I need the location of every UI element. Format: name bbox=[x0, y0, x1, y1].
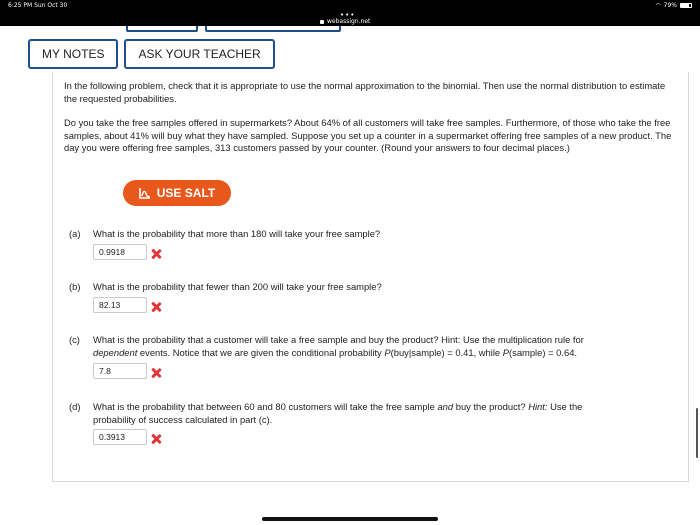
home-indicator-bar[interactable] bbox=[262, 517, 438, 521]
cropped-top-button-row bbox=[0, 26, 700, 34]
wifi-icon: ◠ bbox=[655, 2, 661, 9]
part-d-line2: probability of success calculated in par… bbox=[93, 413, 273, 425]
part-question: What is the probability that a customer … bbox=[93, 334, 669, 359]
status-right-group: ◠ 79% bbox=[655, 2, 692, 9]
part-c-emphasis: dependent bbox=[93, 346, 138, 358]
part-question: What is the probability that more than 1… bbox=[93, 228, 381, 239]
incorrect-x-icon bbox=[151, 434, 161, 444]
my-notes-button[interactable]: MY NOTES bbox=[28, 39, 119, 69]
part-question: What is the probability that fewer than … bbox=[93, 281, 382, 292]
question-body: In the following problem, check that it … bbox=[64, 80, 676, 167]
prob-arg: (buy|sample) = 0.41, while bbox=[390, 346, 503, 358]
part-c-line2: events. Notice that we are given the con… bbox=[137, 346, 385, 358]
part-d-line1: What is the probability that between 60 … bbox=[93, 401, 438, 412]
answer-field-a[interactable]: 0.9918 bbox=[93, 244, 147, 260]
incorrect-x-icon bbox=[151, 249, 161, 259]
answer-field-b[interactable]: 82.13 bbox=[93, 297, 147, 313]
hint-label: Hint: bbox=[528, 401, 548, 412]
part-label: (c) bbox=[69, 334, 80, 345]
answer-field-d[interactable]: 0.3913 bbox=[93, 429, 147, 445]
cropped-button[interactable] bbox=[205, 26, 341, 32]
url-display[interactable]: webassign.net bbox=[320, 18, 370, 25]
cropped-button[interactable] bbox=[126, 26, 198, 32]
battery-percent: 79% bbox=[663, 2, 677, 9]
browser-url-bar[interactable]: ••• webassign.net bbox=[0, 11, 700, 26]
part-question: What is the probability that between 60 … bbox=[93, 401, 669, 426]
part-label: (a) bbox=[69, 228, 81, 239]
url-text: webassign.net bbox=[327, 18, 371, 25]
battery-icon bbox=[680, 3, 692, 8]
question-tools-row: MY NOTES ASK YOUR TEACHER bbox=[28, 39, 275, 69]
use-salt-label: USE SALT bbox=[156, 186, 216, 200]
status-time: 6:25 PM Sun Oct 30 bbox=[8, 2, 68, 9]
salt-chart-icon bbox=[138, 188, 150, 199]
ask-teacher-button[interactable]: ASK YOUR TEACHER bbox=[124, 39, 275, 69]
scroll-indicator[interactable] bbox=[696, 408, 698, 458]
part-d-emphasis: and bbox=[437, 401, 454, 412]
part-label: (d) bbox=[69, 401, 81, 412]
incorrect-x-icon bbox=[151, 368, 161, 378]
incorrect-x-icon bbox=[151, 302, 161, 312]
part-d-line1-rest: buy the product? bbox=[453, 401, 529, 412]
prob-arg: (sample) = 0.64. bbox=[509, 346, 578, 358]
part-label: (b) bbox=[69, 281, 81, 292]
part-d-line1-end: Use the bbox=[547, 401, 583, 412]
part-c-line1: What is the probability that a customer … bbox=[93, 334, 584, 345]
use-salt-button[interactable]: USE SALT bbox=[123, 180, 231, 206]
instructions-text: In the following problem, check that it … bbox=[64, 80, 666, 104]
answer-field-c[interactable]: 7.8 bbox=[93, 363, 147, 379]
lock-icon bbox=[320, 19, 324, 24]
problem-text: Do you take the free samples offered in … bbox=[64, 117, 672, 153]
